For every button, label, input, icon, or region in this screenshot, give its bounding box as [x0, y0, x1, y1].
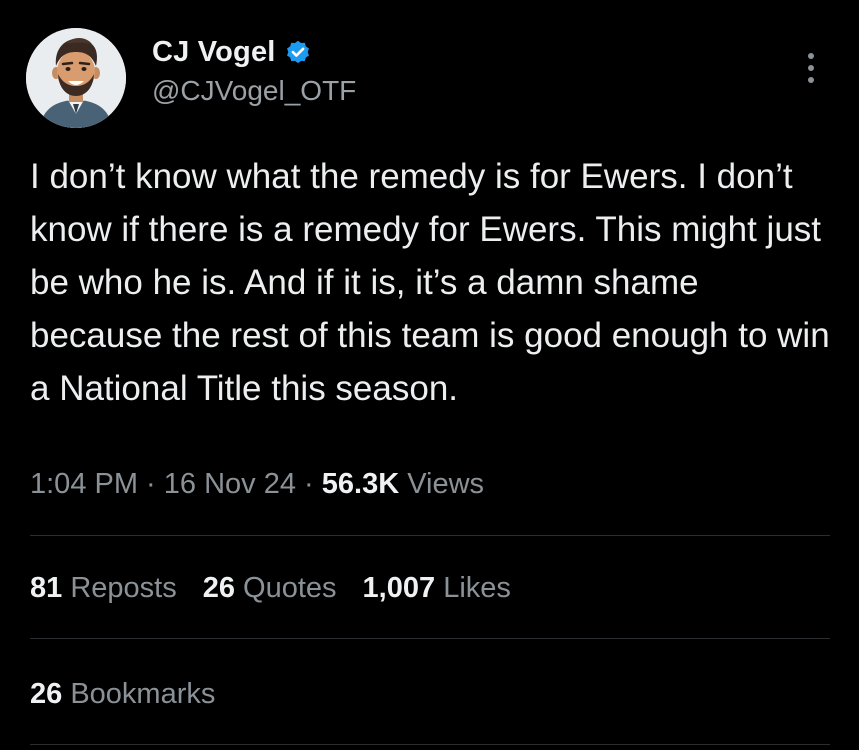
- tweet-meta: 1:04 PM · 16 Nov 24 · 56.3K Views: [30, 468, 484, 501]
- avatar-illustration: [26, 28, 126, 128]
- likes-stat[interactable]: 1,007 Likes: [363, 572, 511, 605]
- engagement-stats: 81 Reposts 26 Quotes 1,007 Likes: [30, 572, 511, 605]
- likes-count: 1,007: [362, 572, 436, 604]
- quotes-label: Quotes: [243, 572, 337, 604]
- author-display-name[interactable]: CJ Vogel: [152, 36, 276, 69]
- author-name-row: CJ Vogel: [152, 36, 312, 69]
- verified-badge-icon: [284, 39, 312, 67]
- divider: [30, 744, 830, 745]
- tweet-date[interactable]: 16 Nov 24: [164, 468, 296, 500]
- divider: [30, 638, 830, 639]
- bookmarks-stat[interactable]: 26 Bookmarks: [30, 678, 215, 711]
- quotes-stat[interactable]: 26 Quotes: [203, 572, 337, 605]
- quotes-count: 26: [202, 572, 235, 604]
- views-label: Views: [407, 468, 485, 500]
- meta-separator: ·: [295, 468, 322, 500]
- likes-label: Likes: [443, 572, 511, 604]
- tweet-card: CJ Vogel @CJVogel_OTF I don’t know what …: [0, 0, 859, 750]
- more-options-icon[interactable]: [800, 48, 822, 88]
- author-handle[interactable]: @CJVogel_OTF: [152, 75, 356, 107]
- reposts-label: Reposts: [70, 572, 177, 604]
- tweet-text: I don’t know what the remedy is for Ewer…: [30, 157, 830, 408]
- bookmarks-count: 26: [30, 678, 63, 710]
- reposts-stat[interactable]: 81 Reposts: [30, 572, 177, 605]
- views-count[interactable]: 56.3K: [322, 468, 399, 500]
- bookmarks-label: Bookmarks: [70, 678, 216, 710]
- reposts-count: 81: [30, 572, 63, 604]
- author-avatar[interactable]: [26, 28, 126, 128]
- tweet-time[interactable]: 1:04 PM: [30, 468, 138, 500]
- meta-separator: ·: [138, 468, 164, 500]
- divider: [30, 535, 830, 536]
